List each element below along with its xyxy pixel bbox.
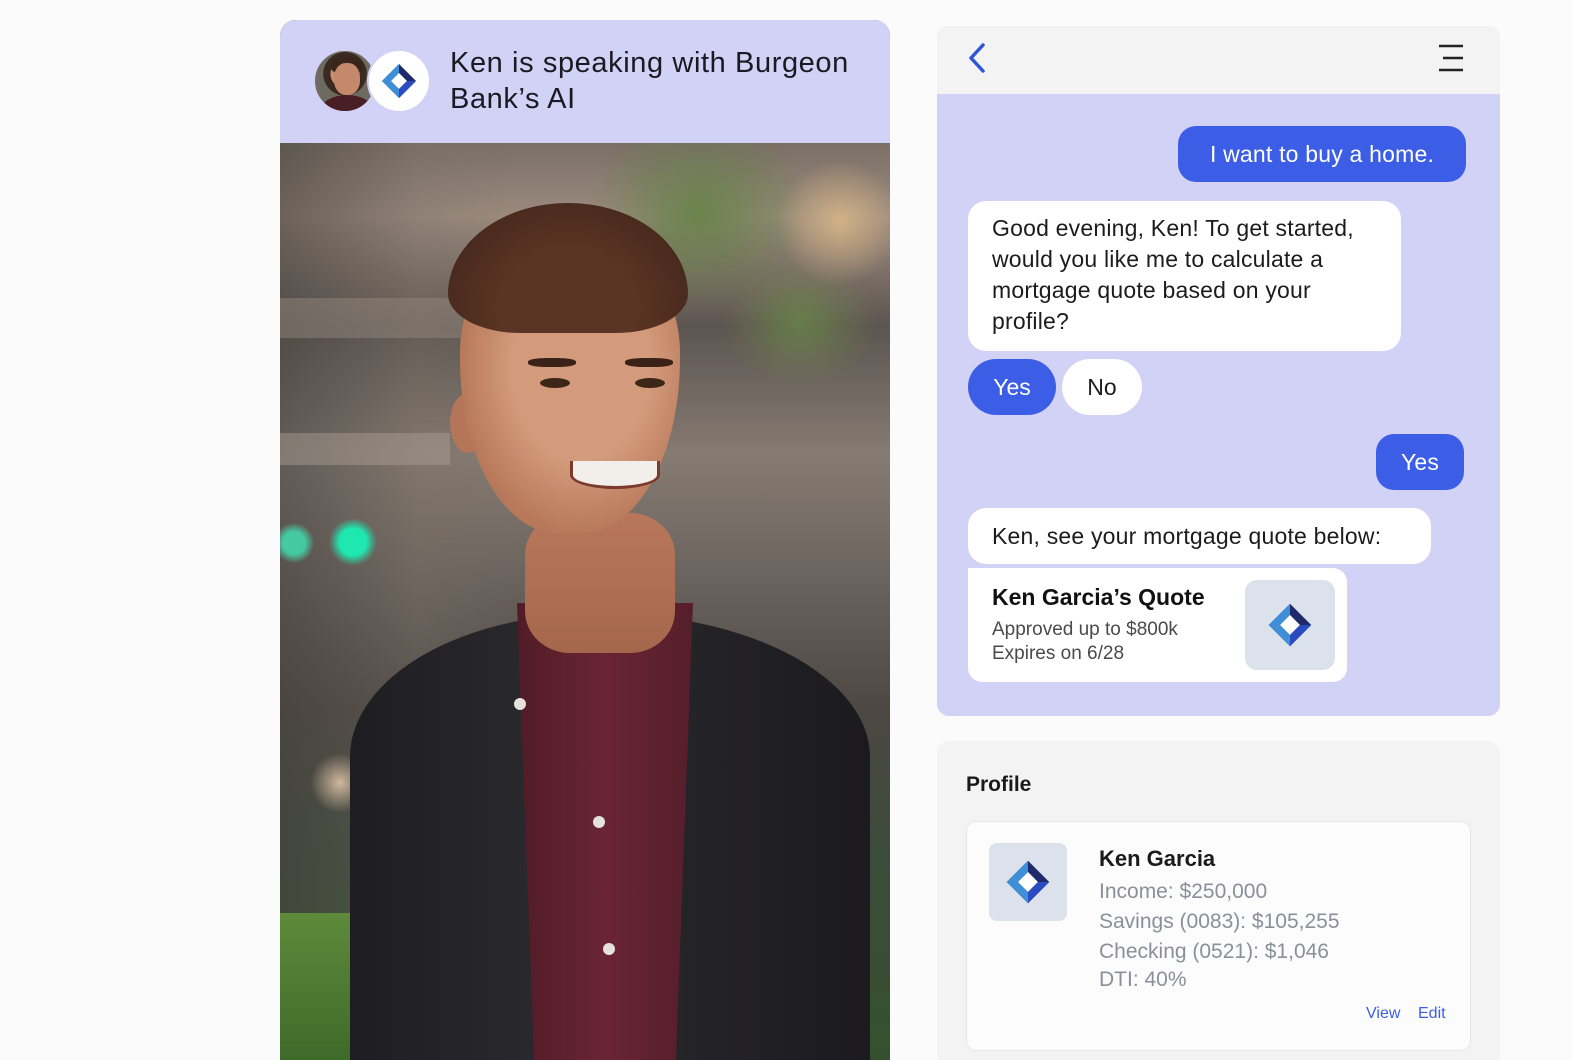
bot-message: Ken, see your mortgage quote below: [968, 508, 1431, 564]
user-message: I want to buy a home. [1178, 126, 1466, 182]
mortgage-quote-card[interactable]: Ken Garcia’s Quote Approved up to $800k … [968, 568, 1347, 682]
call-title: Ken is speaking with Burgeon Bank’s AI [450, 47, 849, 115]
quote-title: Ken Garcia’s Quote [992, 584, 1205, 610]
bank-logo-icon [367, 49, 431, 113]
yes-choice-button[interactable]: Yes [968, 359, 1056, 415]
bot-message: Good evening, Ken! To get started, would… [968, 201, 1401, 351]
video-call-card: Ken is speaking with Burgeon Bank’s AI [280, 20, 890, 1060]
chat-panel: I want to buy a home. Good evening, Ken!… [937, 26, 1500, 716]
participant-avatars [313, 49, 433, 115]
profile-income: Income: $250,000 [1099, 880, 1268, 903]
profile-dti: DTI: 40% [1099, 968, 1187, 991]
video-feed-photo [280, 143, 890, 1060]
video-header: Ken is speaking with Burgeon Bank’s AI [280, 20, 890, 143]
bank-logo-icon [989, 843, 1067, 921]
no-choice-button[interactable]: No [1062, 359, 1142, 415]
view-profile-link[interactable]: View [1366, 1005, 1400, 1023]
back-chevron-icon[interactable] [961, 40, 997, 76]
hamburger-menu-icon[interactable] [1435, 42, 1467, 74]
quote-expiry: Expires on 6/28 [992, 643, 1125, 664]
chat-topbar [937, 26, 1500, 94]
profile-savings: Savings (0083): $105,255 [1099, 910, 1340, 933]
bank-logo-icon [1245, 580, 1335, 670]
profile-heading: Profile [966, 773, 1032, 796]
quote-approval-amount: Approved up to $800k [992, 619, 1178, 640]
edit-profile-link[interactable]: Edit [1418, 1005, 1446, 1023]
profile-panel: Profile Ken Garcia Income: $250,000 Savi… [937, 741, 1500, 1060]
profile-checking: Checking (0521): $1,046 [1099, 940, 1329, 963]
profile-name: Ken Garcia [1099, 846, 1216, 871]
user-message: Yes [1376, 434, 1464, 490]
profile-card: Ken Garcia Income: $250,000 Savings (008… [966, 821, 1471, 1051]
